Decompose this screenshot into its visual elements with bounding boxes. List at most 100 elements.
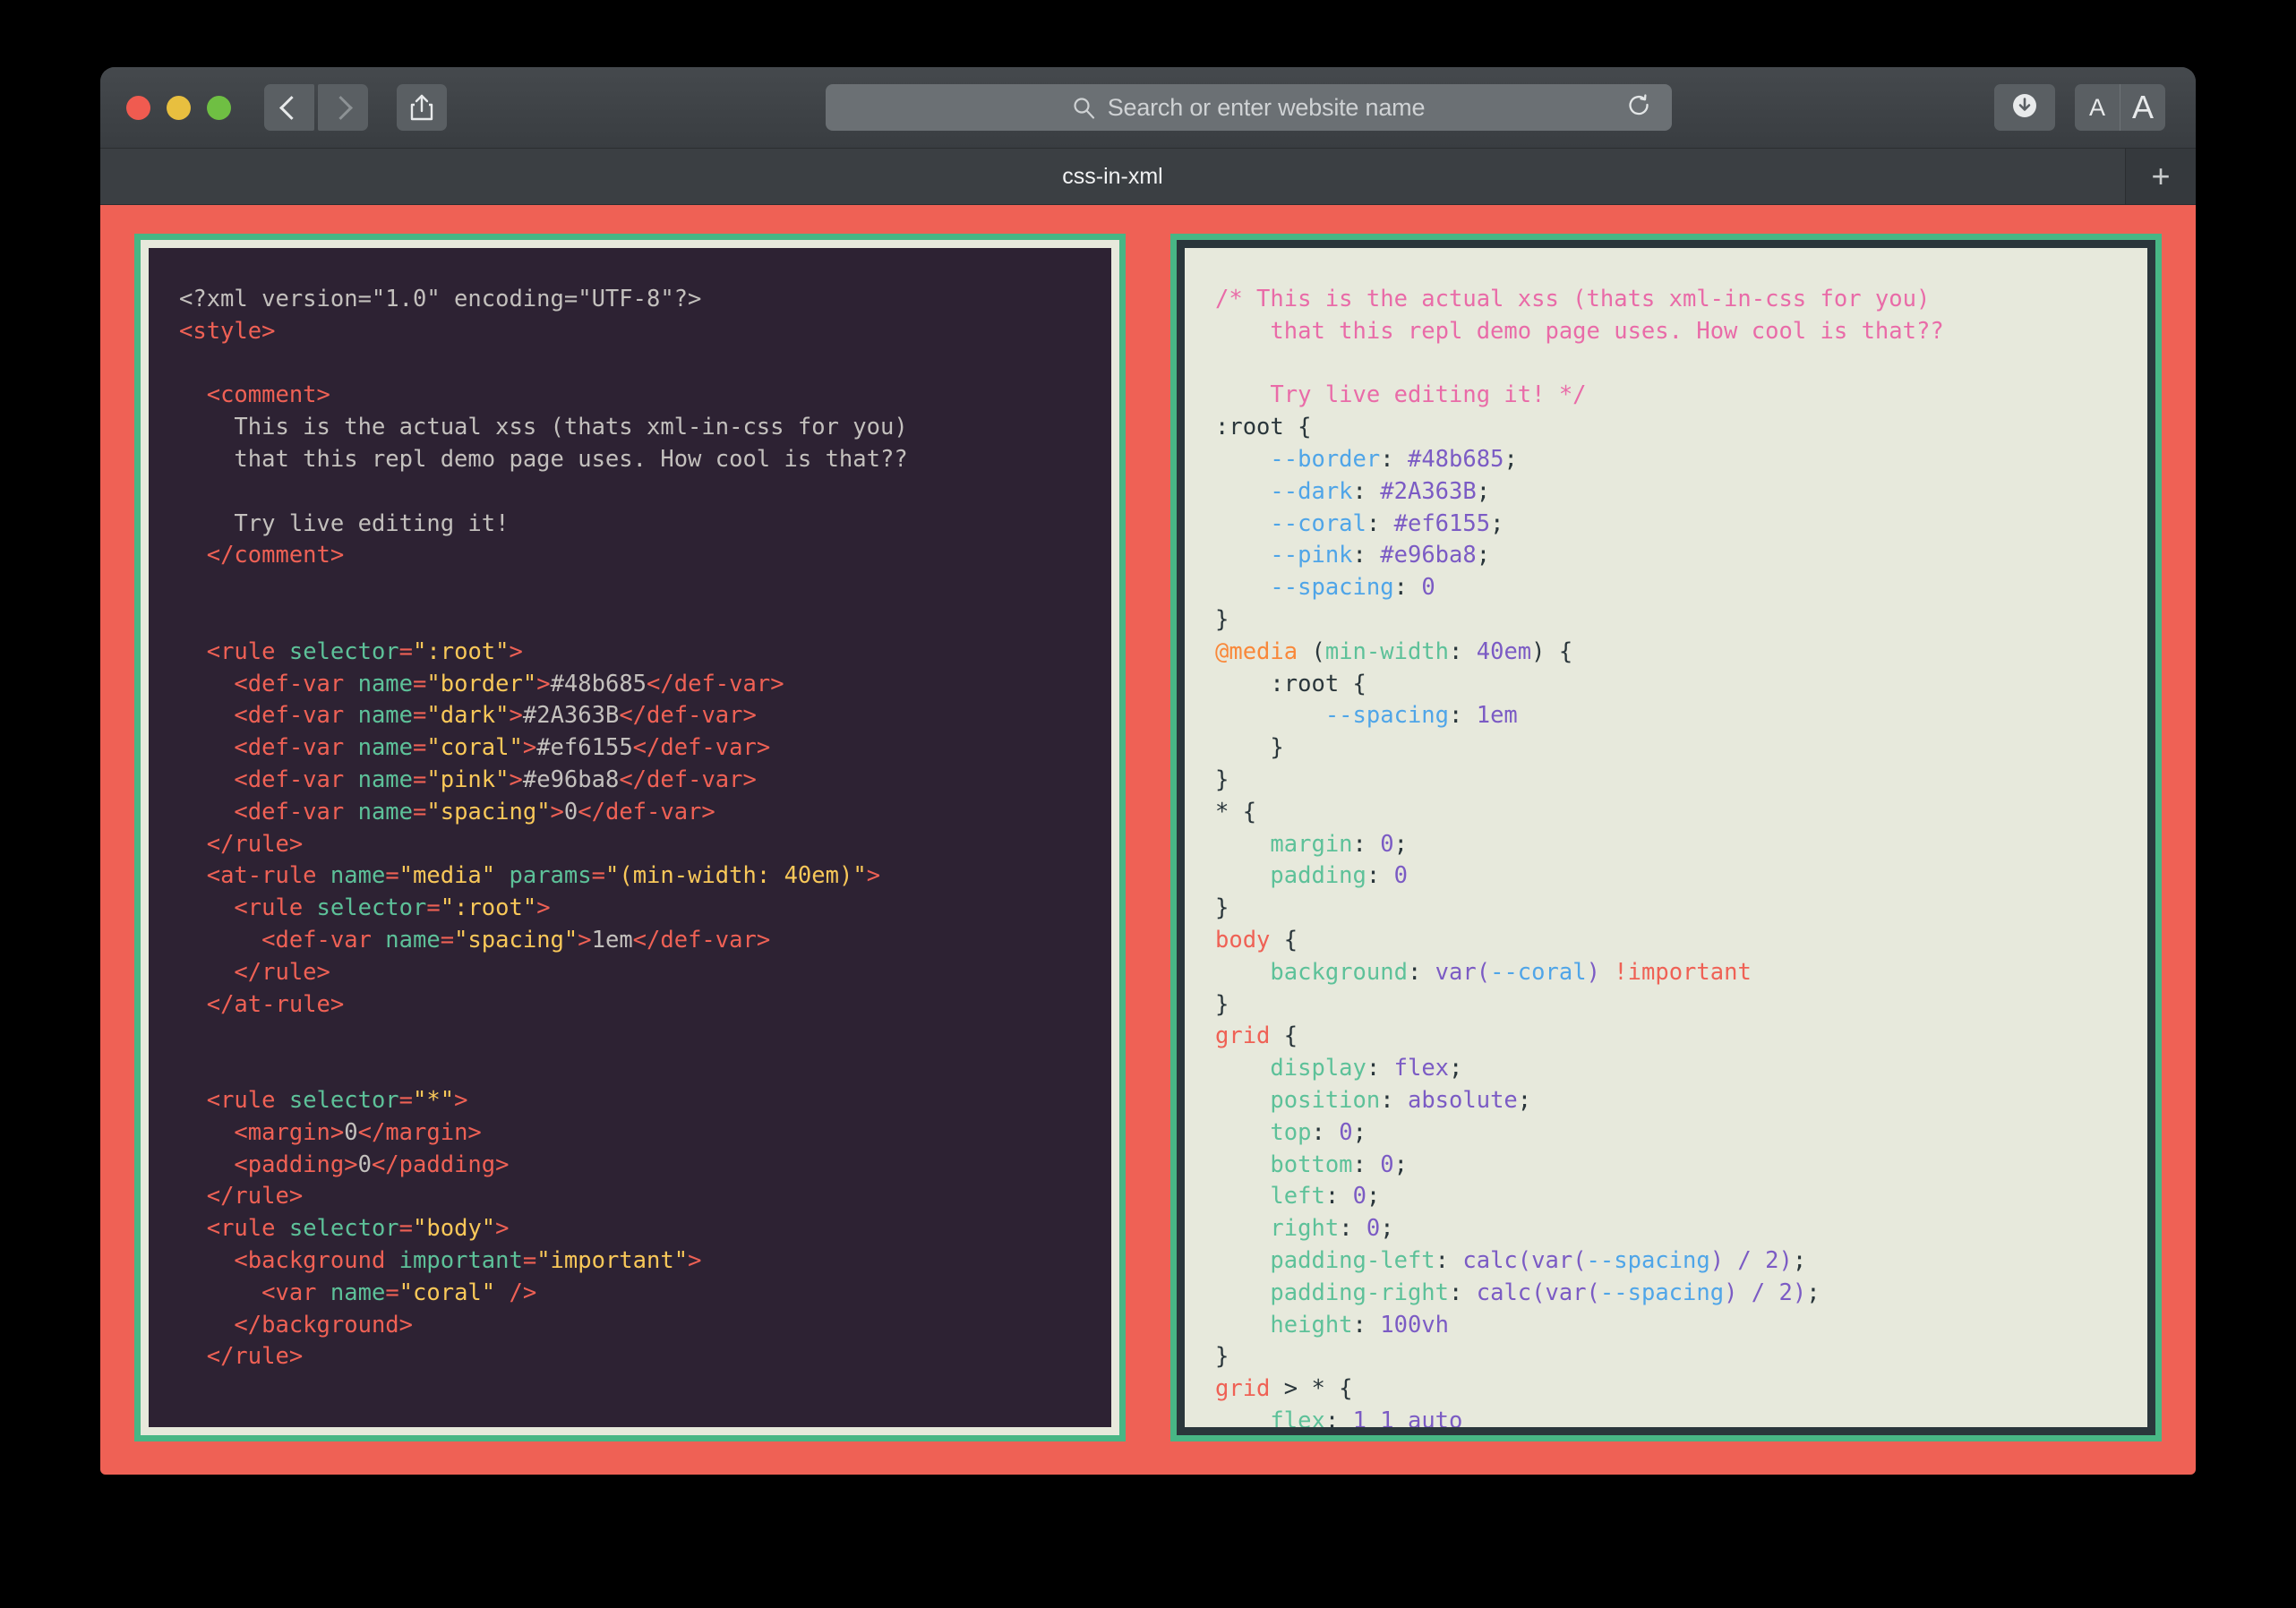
code-token: --pink	[1270, 542, 1353, 569]
code-token: >	[536, 670, 551, 697]
code-token: min-width	[1324, 637, 1450, 665]
code-token: }	[1215, 990, 1229, 1018]
code-token: selector	[316, 894, 427, 922]
code-token: --spacing	[1599, 1279, 1725, 1306]
code-token: :	[1311, 1118, 1340, 1146]
code-token: calc(var(	[1476, 1279, 1600, 1306]
code-line: padding-right: calc(var(--spacing) / 2);	[1215, 1279, 1820, 1306]
code-token: :	[1352, 830, 1381, 858]
css-editor-pane[interactable]: /* This is the actual xss (thats xml-in-…	[1170, 234, 2162, 1441]
page-content: <?xml version="1.0" encoding="UTF-8"?> <…	[100, 205, 2196, 1475]
code-token: <at-rule	[206, 862, 330, 890]
code-line: left: 0;	[1215, 1183, 1380, 1210]
code-token: "coral"	[426, 734, 523, 762]
code-line: <def-var name="border">#48b685</def-var>	[179, 671, 784, 697]
share-button[interactable]	[397, 84, 447, 131]
code-token: background	[1270, 958, 1408, 986]
code-token: flex	[1270, 1407, 1325, 1427]
code-line: --border: #48b685;	[1215, 445, 1517, 473]
code-token: :	[1407, 958, 1435, 986]
code-line: }	[1215, 894, 1229, 921]
tab-title: css-in-xml	[1062, 163, 1163, 189]
code-token: "spacing"	[426, 798, 551, 825]
code-line: <padding>0</padding>	[179, 1151, 509, 1178]
code-token: selector	[288, 637, 399, 665]
minimize-window-icon[interactable]	[167, 95, 191, 120]
code-token: 1em	[1476, 702, 1518, 730]
code-line: position: absolute;	[1215, 1087, 1531, 1114]
code-line: <margin>0</margin>	[179, 1118, 481, 1146]
css-code-area[interactable]: /* This is the actual xss (thats xml-in-…	[1185, 248, 2147, 1427]
code-token: --spacing	[1270, 574, 1394, 602]
code-token: * {	[1215, 798, 1257, 825]
code-token: =	[385, 862, 399, 890]
code-token: <rule	[206, 1215, 289, 1243]
code-line: Try live editing it! */	[1215, 381, 1586, 408]
text-size-decrease-button[interactable]: A	[2075, 84, 2120, 131]
code-line: top: 0;	[1215, 1119, 1366, 1146]
code-token: --spacing	[1324, 702, 1449, 730]
code-token: flex	[1393, 1055, 1450, 1082]
code-line: * {	[1215, 799, 1256, 825]
code-token: body	[1215, 926, 1271, 954]
code-token: <def-var	[234, 702, 358, 730]
xml-editor-pane[interactable]: <?xml version="1.0" encoding="UTF-8"?> <…	[134, 234, 1126, 1441]
xml-code-area[interactable]: <?xml version="1.0" encoding="UTF-8"?> <…	[149, 248, 1111, 1427]
code-line: --pink: #e96ba8;	[1215, 542, 1490, 569]
code-token: Try live editing it!	[179, 509, 510, 537]
code-token: :root {	[1215, 414, 1312, 441]
code-token: top	[1270, 1118, 1312, 1146]
code-token: <?xml version="1.0" encoding="UTF-8"?>	[179, 286, 702, 312]
code-line: display: flex;	[1215, 1055, 1462, 1082]
code-token: =	[398, 1215, 414, 1243]
zoom-window-icon[interactable]	[207, 95, 231, 120]
forward-button[interactable]	[318, 84, 368, 131]
close-window-icon[interactable]	[126, 95, 150, 120]
tab-bar: css-in-xml +	[100, 149, 2196, 205]
address-bar[interactable]: Search or enter website name	[826, 84, 1672, 131]
code-token: /* This is the actual xss (thats xml-in-…	[1215, 286, 1931, 312]
code-token: ;	[1393, 1150, 1408, 1178]
code-token: :	[1339, 1215, 1366, 1243]
code-line: --spacing: 0	[1215, 574, 1435, 601]
code-line: background: var(--coral) !important	[1215, 958, 1751, 986]
code-line: grid {	[1215, 1022, 1298, 1049]
code-token: "dark"	[426, 702, 510, 730]
tab-css-in-xml[interactable]: css-in-xml	[100, 149, 2126, 204]
code-token: </padding>	[371, 1150, 510, 1178]
code-token: >	[866, 862, 881, 890]
new-tab-button[interactable]: +	[2126, 149, 2196, 204]
code-token: :	[1366, 862, 1394, 890]
code-token: #48b685	[1407, 445, 1504, 473]
code-token: ;	[1380, 1215, 1394, 1243]
code-token: :	[1449, 637, 1477, 665]
address-input-placeholder[interactable]: Search or enter website name	[1108, 94, 1426, 122]
code-token: :	[1366, 509, 1394, 537]
reload-icon[interactable]	[1627, 94, 1652, 121]
code-token: <rule	[206, 1086, 289, 1114]
text-size-increase-button[interactable]: A	[2120, 84, 2165, 131]
code-token: 0	[344, 1118, 358, 1146]
code-token: <padding>	[234, 1150, 358, 1178]
code-line: padding-left: calc(var(--spacing) / 2);	[1215, 1247, 1806, 1274]
back-button[interactable]	[264, 84, 314, 131]
downloads-button[interactable]	[1994, 84, 2055, 131]
code-token: }	[1215, 1343, 1229, 1371]
code-token: <style>	[179, 317, 276, 345]
code-token: var(	[1435, 958, 1491, 986]
code-line: <rule selector=":root">	[179, 638, 523, 665]
